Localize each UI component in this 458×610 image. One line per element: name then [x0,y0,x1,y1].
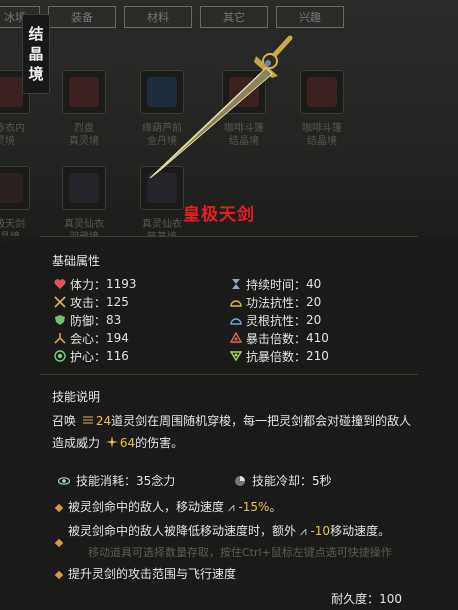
stat-value: 40 [306,277,322,291]
divider [40,236,418,237]
tab-other[interactable]: 其它 [200,6,268,28]
desc-text: 的伤害。 [135,436,184,450]
effect-value: -15% [238,500,270,514]
stat-value: 210 [306,349,329,363]
effect-text: 提升灵剑的攻击范围与飞行速度 [68,567,237,581]
effect-text: 被灵剑命中的敌人，移动速度 [68,500,225,514]
effect-text: 移动速度。 [330,524,391,538]
skill-title: 技能说明 [52,390,101,404]
stat-crit-multiplier: 暴击倍数： 410 [230,330,329,346]
inventory-slot-label: 人赤衣内 灵境 [0,123,25,147]
stat-value: 194 [106,331,129,345]
stat-label: 暴击倍数 [246,331,295,346]
stat-anti-crit: 抗暴倍数： 210 [230,348,329,364]
skill-cost-text: 技能消耗：35念力 [76,474,176,488]
skill-cooldown: 技能冷却：5秒 [232,472,332,489]
stat-label: 防御 [70,313,95,328]
effect-text: 被灵剑命中的敌人被降低移动速度时，额外 [68,524,297,538]
triangle-nodes-icon [54,333,66,344]
stat-crit: 会心： 194 [54,330,129,346]
stat-label: 护心 [70,349,95,364]
hourglass-icon [232,279,240,289]
spirit-arc-icon [230,318,242,325]
realm-badge: 结 晶 境 [22,14,50,94]
protect-heart-icon [54,350,66,362]
inventory-slot-label: 烈盘 真灵境 [69,123,99,147]
sword-count: 24 [95,414,112,428]
skill-cost: 技能消耗：35念力 [56,472,175,489]
stat-label: 功法抗性 [246,295,295,310]
stat-value: 125 [106,295,129,309]
stat-value: 116 [106,349,129,363]
arc-shield-icon [230,300,242,307]
cooldown-icon [235,475,245,486]
stat-defense: 防御： 83 [54,312,121,328]
stat-attack: 攻击： 125 [54,294,129,310]
stat-duration: 持续时间： 40 [230,276,321,292]
stat-root-resist: 灵根抗性： 20 [230,312,321,328]
stat-value: 1193 [106,277,137,291]
eye-icon [58,476,70,485]
inventory-slot[interactable] [62,70,106,114]
effect-value: -10 [310,524,331,538]
tab-equipment[interactable]: 装备 [48,6,116,28]
effect-line: 提升灵剑的攻击范围与飞行速度 [68,565,448,584]
skill-description: 召唤 24道灵剑在周围随机穿梭，每一把灵剑都会对碰撞到的敌人造成威力 64的伤害… [52,410,422,454]
stat-value: 20 [306,313,322,327]
flying-sword-icon [82,416,93,424]
desc-text: 召唤 [52,414,77,428]
tab-interest[interactable]: 兴趣 [276,6,344,28]
stat-value: 410 [306,331,329,345]
crit-nodes-icon [230,332,242,343]
effect-text: 。 [269,500,282,514]
stat-label: 灵根抗性 [246,313,295,328]
inventory-slot[interactable] [0,166,30,210]
boot-icon: ⩘ [299,524,307,538]
stat-value: 20 [306,295,322,309]
effect-line: 被灵剑命中的敌人，移动速度 ⩘ -15%。 [68,498,448,517]
stat-label: 会心 [70,331,95,346]
item-name: 皇极天剑 [183,205,255,225]
stat-label: 持续时间 [246,277,295,292]
stat-value: 83 [106,313,122,327]
realm-char: 境 [28,65,44,83]
stat-label: 抗暴倍数 [246,349,295,364]
skill-cooldown-text: 技能冷却：5秒 [252,474,332,488]
sword-icon [149,35,293,179]
crossed-swords-icon [54,296,66,308]
realm-char: 结 [28,25,44,43]
tab-materials[interactable]: 材料 [124,6,192,28]
effect-line: 被灵剑命中的敌人被降低移动速度时，额外 ⩘ -10移动速度。 [68,522,420,541]
boot-icon: ⩘ [227,500,235,514]
inventory-tabs: 冰境 装备 材料 其它 兴趣 [0,6,344,30]
anti-crit-icon [230,351,242,362]
inventory-slot[interactable] [300,70,344,114]
realm-char: 晶 [28,45,44,63]
base-attributes-title: 基础属性 [52,254,101,268]
background-hint-text: 移动道具可选择数量存取，按住Ctrl+鼠标左键点选可快捷操作 [88,546,392,559]
stat-label: 攻击 [70,295,95,310]
burst-icon [105,436,118,448]
stat-hp: 体力： 1193 [54,276,137,292]
shield-icon [55,315,65,325]
skill-power: 64 [119,436,136,450]
stat-skill-resist: 功法抗性： 20 [230,294,321,310]
stat-label: 体力 [70,277,95,292]
inventory-slot[interactable] [62,166,106,210]
divider [40,374,418,375]
stat-protect-heart: 护心： 116 [54,348,129,364]
durability: 耐久度：100 [331,592,402,606]
heart-icon [54,279,66,289]
